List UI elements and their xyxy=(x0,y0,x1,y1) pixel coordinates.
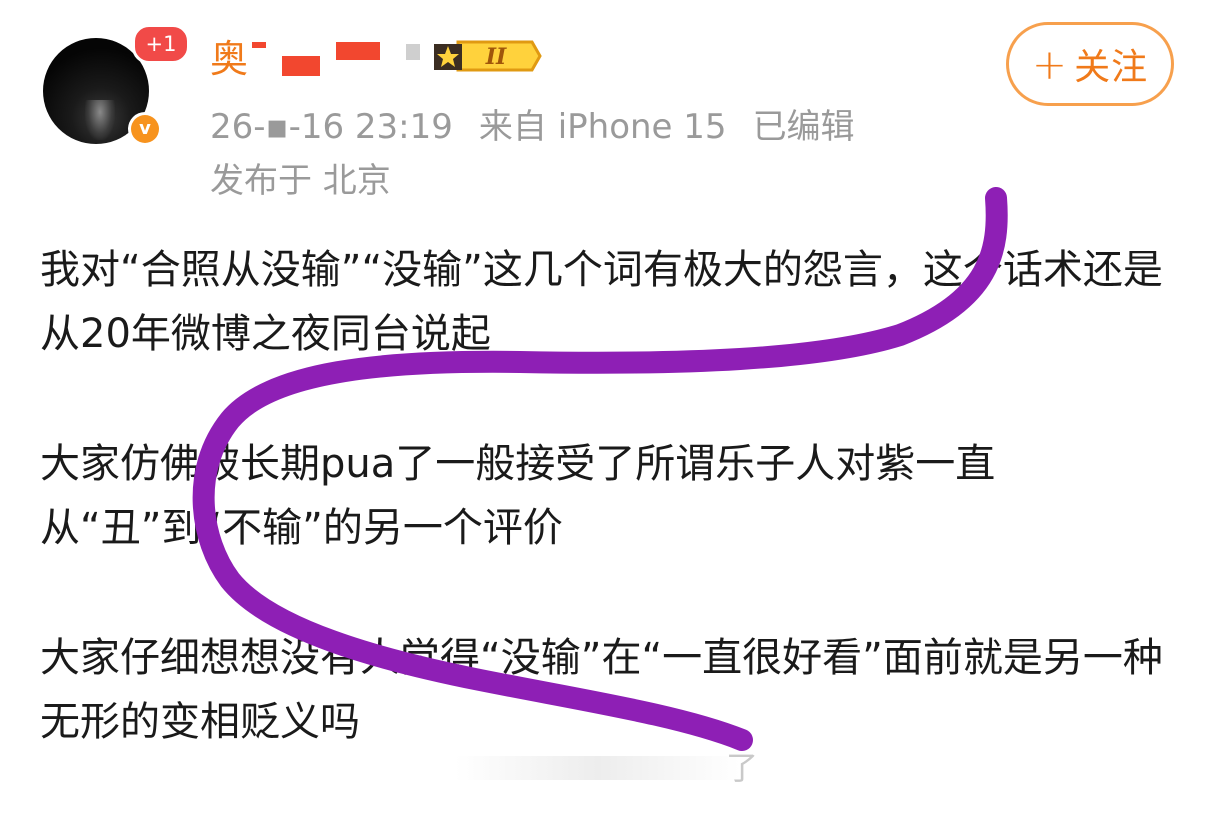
post-paragraph: 大家仔细想想没有人觉得“没输”在“一直很好看”面前就是另一种无形的变相贬义吗 xyxy=(40,635,1163,745)
edited-label[interactable]: 已编辑 xyxy=(753,107,855,147)
source-device[interactable]: 来自 iPhone 15 xyxy=(479,107,727,147)
username[interactable]: 奥 xyxy=(210,36,249,82)
redaction-mark xyxy=(336,42,380,60)
plus-icon: + xyxy=(1031,39,1069,89)
level-badge[interactable]: II xyxy=(422,36,544,76)
faded-tail-text: 了 xyxy=(726,749,759,787)
location: 发布于 北京 xyxy=(210,161,391,201)
redaction-mark xyxy=(406,44,420,60)
svg-text:II: II xyxy=(485,44,507,70)
redaction-mark xyxy=(282,56,320,76)
verified-v-icon: v xyxy=(131,115,159,143)
notification-badge: +1 xyxy=(132,24,190,64)
avatar-figure xyxy=(85,100,115,140)
post-paragraph: 大家仿佛被长期pua了一般接受了所谓乐子人对紫一直从“丑”到“不输”的另一个评价 xyxy=(40,441,996,551)
post-body: 我对“合照从没输”“没输”这几个词有极大的怨言，这个话术还是从20年微博之夜同台… xyxy=(40,238,1180,820)
timestamp: 26-▪-16 23:19 xyxy=(210,107,453,147)
post-paragraph: 我对“合照从没输”“没输”这几个词有极大的怨言，这个话术还是从20年微博之夜同台… xyxy=(40,247,1163,357)
redaction-mark xyxy=(252,42,266,48)
post-meta: 26-▪-16 23:19 来自 iPhone 15 已编辑 xyxy=(210,104,855,150)
follow-label: 关注 xyxy=(1074,47,1149,88)
blurred-text xyxy=(455,756,740,780)
follow-button[interactable]: + 关注 xyxy=(1006,22,1174,106)
verified-badge: v xyxy=(128,112,162,146)
